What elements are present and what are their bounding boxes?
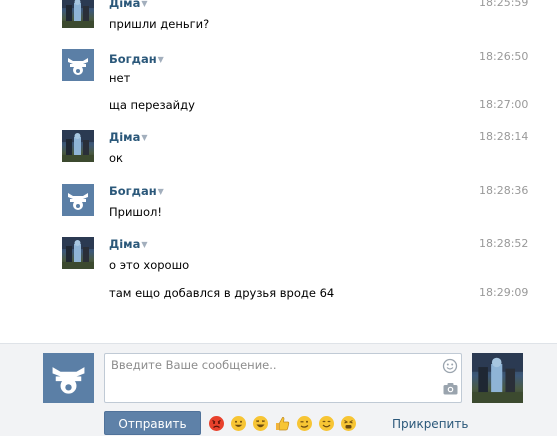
message-input[interactable]: [105, 354, 435, 406]
message-time[interactable]: 18:27:00: [479, 98, 528, 111]
message-author[interactable]: Діма▼: [109, 0, 148, 10]
caret-down-icon: ▼: [141, 0, 148, 8]
dima-avatar[interactable]: [62, 0, 94, 28]
thumbs-up-emoji-icon[interactable]: [274, 415, 291, 432]
message-text: ща перезайду: [109, 98, 195, 112]
bogdan-avatar[interactable]: [62, 49, 94, 81]
caret-down-icon: ▼: [157, 187, 164, 196]
message-text: Пришол!: [109, 205, 162, 219]
tired-emoji-icon[interactable]: [340, 415, 357, 432]
message-text: ок: [109, 151, 123, 165]
angry-emoji-icon[interactable]: [208, 415, 225, 432]
send-button[interactable]: Отправить: [104, 411, 201, 435]
wink-emoji-icon[interactable]: [296, 415, 313, 432]
message-text: о это хорошо: [109, 258, 190, 272]
message-author[interactable]: Богдан▼: [109, 184, 164, 198]
message-author[interactable]: Богдан▼: [109, 52, 164, 66]
recipient-avatar[interactable]: [472, 353, 523, 403]
message-text: нет: [109, 71, 131, 85]
message-time[interactable]: 18:28:52: [479, 237, 528, 250]
caret-down-icon: ▼: [141, 133, 148, 142]
message-author[interactable]: Діма▼: [109, 237, 148, 251]
message-time[interactable]: 18:26:50: [479, 50, 528, 63]
camera-icon[interactable]: [443, 382, 458, 398]
my-avatar[interactable]: [43, 353, 94, 403]
message-author[interactable]: Діма▼: [109, 130, 148, 144]
grin-emoji-icon[interactable]: [230, 415, 247, 432]
message-history[interactable]: Діма▼ пришли деньги? 18:25:59 Богдан▼ не…: [0, 0, 557, 343]
caret-down-icon: ▼: [141, 240, 148, 249]
message-text: там ещо добавлся в друзья вроде 64: [109, 286, 335, 300]
dima-avatar[interactable]: [62, 237, 94, 269]
message-time[interactable]: 18:28:14: [479, 130, 528, 143]
dima-avatar[interactable]: [62, 130, 94, 162]
message-composer: Отправить Прикрепить: [0, 343, 557, 436]
caret-down-icon: ▼: [157, 55, 164, 64]
smile-emoji-icon[interactable]: [318, 415, 335, 432]
bogdan-avatar[interactable]: [62, 184, 94, 216]
message-time[interactable]: 18:28:36: [479, 184, 528, 197]
laugh-emoji-icon[interactable]: [252, 415, 269, 432]
message-text: пришли деньги?: [109, 17, 210, 31]
attach-link[interactable]: Прикрепить: [392, 417, 468, 431]
message-time[interactable]: 18:29:09: [479, 286, 528, 299]
message-time[interactable]: 18:25:59: [479, 0, 528, 9]
smiley-icon[interactable]: [442, 358, 458, 377]
message-input-box: [104, 353, 462, 406]
